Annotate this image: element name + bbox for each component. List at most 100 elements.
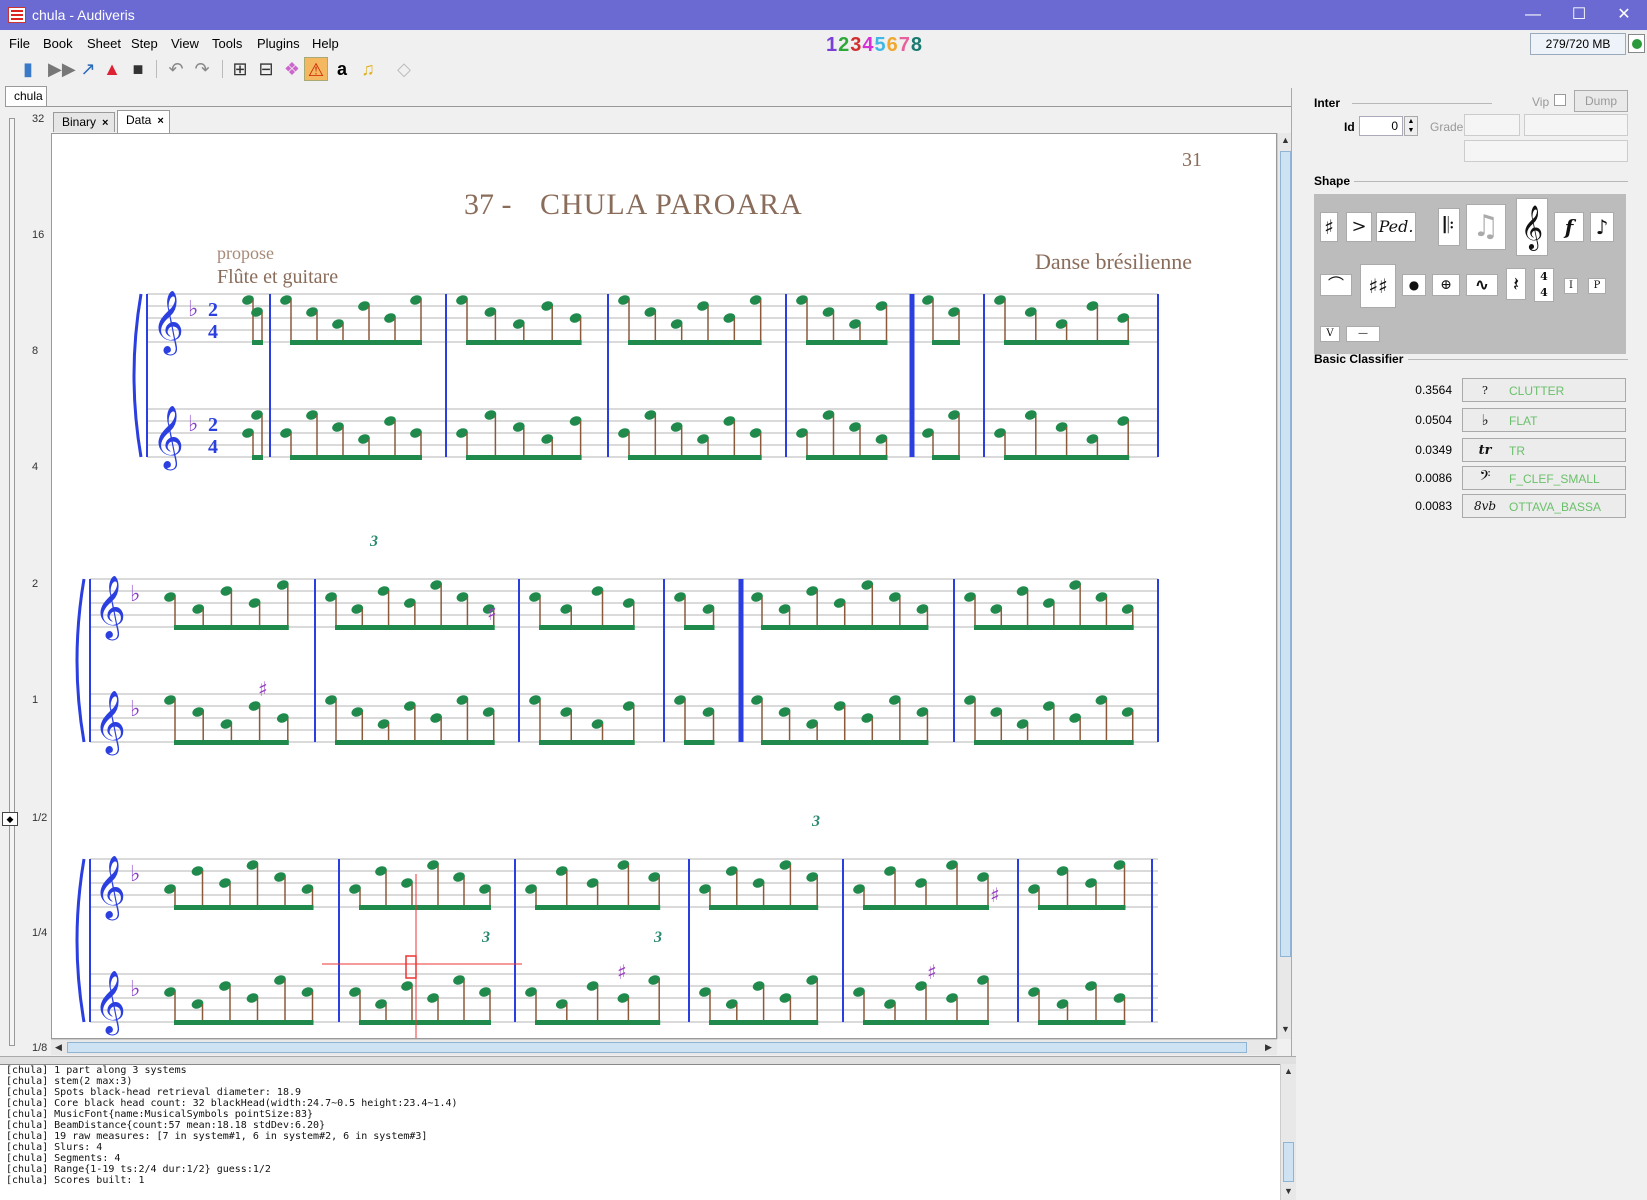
trill-wave-shape-icon[interactable]: ∿ — [1466, 274, 1498, 296]
split-pane-divider[interactable] — [0, 1056, 1296, 1064]
time-sig-shape-icon[interactable]: 44 — [1534, 268, 1554, 302]
menu-tools[interactable]: Tools — [212, 36, 242, 51]
undo-icon[interactable]: ↶ — [164, 57, 188, 81]
rest-shape-icon[interactable]: 𝄽 — [1506, 268, 1526, 300]
step-4[interactable]: 4 — [862, 34, 874, 56]
scroll-thumb[interactable] — [1280, 151, 1291, 957]
grid-icon[interactable]: ⊞ — [228, 57, 252, 81]
scroll-thumb[interactable] — [67, 1042, 1247, 1053]
sheet-view[interactable]: 31 37 - CHULA PAROARA propose Flûte et g… — [51, 133, 1277, 1039]
classifier-choice-f-clef-small[interactable]: 𝄢 F_CLEF_SMALL — [1462, 466, 1626, 490]
menu-view[interactable]: View — [171, 36, 199, 51]
fermata-shape-icon[interactable]: ⌒ — [1320, 274, 1352, 296]
menu-file[interactable]: File — [9, 36, 30, 51]
time-sig-bottom: 4 — [208, 436, 218, 458]
menu-step[interactable]: Step — [131, 36, 158, 51]
step-8[interactable]: 8 — [911, 34, 923, 56]
pedal-shape-icon[interactable]: Ped. — [1376, 212, 1416, 242]
menu-help[interactable]: Help — [312, 36, 339, 51]
beam — [709, 1020, 819, 1025]
memory-meter[interactable]: 279/720 MB — [1530, 33, 1626, 55]
classifier-choice-clutter[interactable]: ? CLUTTER — [1462, 378, 1626, 402]
zoom-slider-handle[interactable]: ◆ — [2, 812, 18, 826]
plucking-p-shape-icon[interactable]: P — [1588, 278, 1606, 294]
open-book-icon[interactable]: ▮ — [16, 57, 40, 81]
beamed-notes-shape-icon[interactable]: ♫ — [1466, 204, 1506, 250]
maximize-button[interactable]: ☐ — [1556, 0, 1602, 30]
warning-icon[interactable]: ⚠ — [304, 57, 328, 81]
eraser-icon[interactable]: ◇ — [392, 57, 416, 81]
beam — [684, 625, 715, 630]
selection-box[interactable] — [405, 955, 417, 979]
step-5[interactable]: 5 — [875, 34, 887, 56]
score-canvas[interactable]: 31 37 - CHULA PAROARA propose Flûte et g… — [52, 134, 1277, 1039]
sheet-horizontal-scrollbar[interactable]: ◀ ▶ — [51, 1039, 1277, 1055]
treble-clef-shape-icon[interactable]: 𝄞 — [1516, 198, 1548, 256]
book-tab-chula[interactable]: chula — [5, 86, 47, 106]
classifier-choice-flat[interactable]: ♭ FLAT — [1462, 408, 1626, 432]
accent-shape-icon[interactable]: > — [1346, 212, 1372, 242]
close-icon[interactable]: × — [157, 115, 163, 127]
close-icon[interactable]: × — [102, 117, 108, 129]
scroll-left-arrow[interactable]: ◀ — [51, 1040, 66, 1055]
shape-palette[interactable]: ♯ > Ped. 𝄆 ♫ 𝄞 f ♪ ⌒ ♯♯ ● ⊕ ∿ 𝄽 44 I P V… — [1314, 194, 1626, 354]
roman-one-shape-icon[interactable]: I — [1564, 278, 1578, 294]
inter-section-title: Inter — [1314, 96, 1341, 110]
key-sig-shape-icon[interactable]: ♯♯ — [1360, 264, 1396, 308]
export-icon[interactable]: ↗ — [76, 57, 100, 81]
sharp-accidental: ♯ — [258, 677, 268, 701]
step-1[interactable]: 1 — [826, 34, 838, 56]
garbage-collect-icon[interactable] — [1628, 34, 1645, 53]
ledger-shape-icon[interactable]: — — [1346, 326, 1380, 342]
text-icon[interactable]: a — [330, 57, 354, 81]
step-2[interactable]: 2 — [838, 34, 850, 56]
zoom-slider-track[interactable] — [9, 118, 15, 1046]
id-spinner-arrows[interactable]: ▲ ▼ — [1404, 116, 1418, 136]
tab-data[interactable]: Data × — [117, 110, 170, 133]
beam — [335, 625, 495, 630]
menu-plugins[interactable]: Plugins — [257, 36, 300, 51]
menu-sheet[interactable]: Sheet — [87, 36, 121, 51]
vip-checkbox[interactable] — [1554, 94, 1566, 106]
close-window-button[interactable]: ✕ — [1601, 0, 1647, 30]
step-6[interactable]: 6 — [887, 34, 899, 56]
log-scrollbar[interactable]: ▲ ▼ — [1280, 1064, 1296, 1200]
pdf-icon[interactable]: ▲ — [100, 57, 124, 81]
audiveris-app-icon — [8, 7, 26, 23]
menu-book[interactable]: Book — [43, 36, 73, 51]
run-all-icon[interactable]: ▶▶ — [48, 57, 76, 81]
zoom-label-quarter: 1/4 — [32, 927, 48, 939]
scroll-up-arrow[interactable]: ▲ — [1281, 1064, 1296, 1079]
bowing-v-shape-icon[interactable]: V — [1320, 326, 1340, 342]
sharp-shape-icon[interactable]: ♯ — [1320, 212, 1338, 242]
tab-binary-label: Binary — [62, 115, 97, 129]
forte-shape-icon[interactable]: f — [1554, 212, 1584, 242]
scroll-thumb[interactable] — [1283, 1142, 1294, 1182]
tab-binary[interactable]: Binary × — [53, 112, 115, 132]
classifier-choice-ottava-bassa[interactable]: 8vb OTTAVA_BASSA — [1462, 494, 1626, 518]
repeat-bar-shape-icon[interactable]: 𝄆 — [1438, 208, 1460, 246]
log-line: [chula] stem(2 max:3) — [6, 1076, 133, 1087]
classifier-row: 0.0086 𝄢 F_CLEF_SMALL — [1292, 466, 1647, 490]
step-3[interactable]: 3 — [850, 34, 862, 56]
id-spinner[interactable]: 0 — [1359, 116, 1403, 136]
scroll-down-arrow[interactable]: ▼ — [1281, 1184, 1296, 1199]
scroll-right-arrow[interactable]: ▶ — [1261, 1040, 1276, 1055]
flag-shape-icon[interactable]: ♪ — [1590, 212, 1614, 242]
coda-shape-icon[interactable]: ⊕ — [1432, 274, 1460, 296]
classifier-choice-tr[interactable]: tr TR — [1462, 438, 1626, 462]
color-icon[interactable]: ❖ — [280, 57, 304, 81]
save-icon[interactable]: ■ — [126, 57, 150, 81]
zoom-label-8: 8 — [32, 345, 39, 357]
tuplet-mark: 3 — [811, 813, 820, 830]
step-7[interactable]: 7 — [899, 34, 911, 56]
split-icon[interactable]: ⊟ — [254, 57, 278, 81]
notehead-shape-icon[interactable]: ● — [1402, 274, 1426, 296]
zoom-label-1: 1 — [32, 694, 39, 706]
music-icon[interactable]: ♫ — [356, 57, 380, 81]
classifier-score: 0.0086 — [1415, 471, 1452, 485]
dump-button[interactable]: Dump — [1574, 90, 1628, 112]
classifier-row: 0.0349 tr TR — [1292, 438, 1647, 462]
minimize-button[interactable]: — — [1510, 0, 1556, 30]
redo-icon[interactable]: ↷ — [190, 57, 214, 81]
